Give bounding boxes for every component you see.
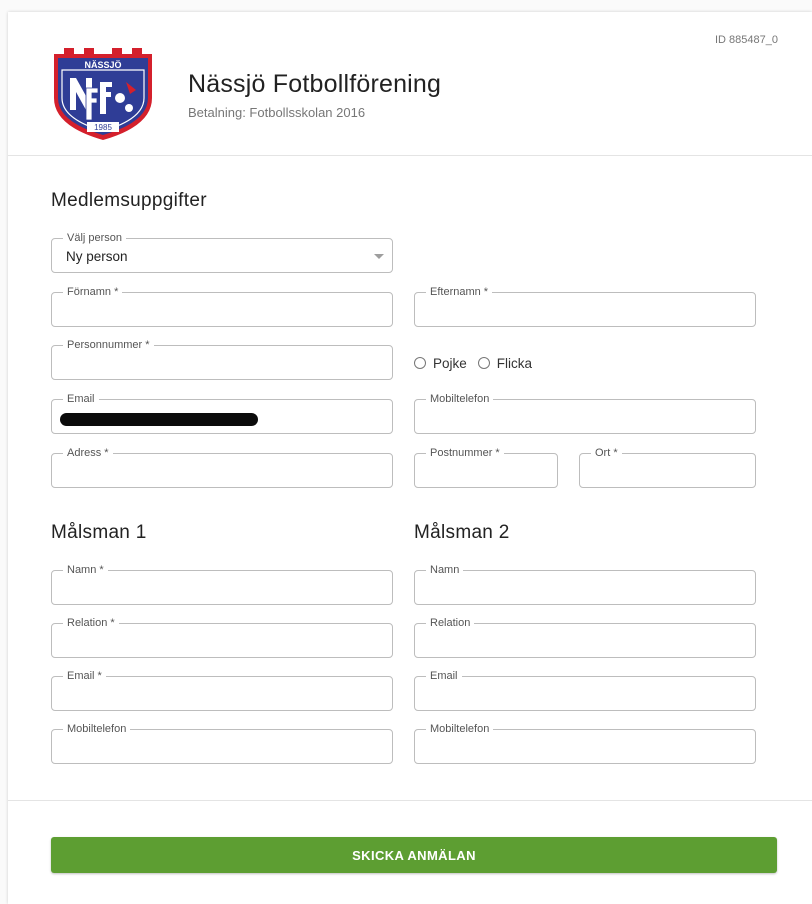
redaction-mark xyxy=(60,413,258,426)
guardian2-relation-field[interactable]: Relation xyxy=(414,616,756,658)
mobile-field[interactable]: Mobiltelefon xyxy=(414,392,756,434)
footer-divider xyxy=(8,800,812,801)
guardian2-email-field[interactable]: Email xyxy=(414,669,756,711)
guardian1-relation-field[interactable]: Relation * xyxy=(51,616,393,658)
form-subtitle: Betalning: Fotbollsskolan 2016 xyxy=(188,105,366,120)
guardian1-email-input[interactable] xyxy=(52,677,392,710)
form-header: NÄSSJÖ 1985 Nässjö Fotbollförening Betal… xyxy=(8,12,812,156)
last-name-field[interactable]: Efternamn * xyxy=(414,285,756,327)
guardian1-name-field[interactable]: Namn * xyxy=(51,563,393,605)
guardian1-relation-input[interactable] xyxy=(52,624,392,657)
guardian1-title: Målsman 1 xyxy=(51,522,147,543)
guardian1-mobile-field[interactable]: Mobiltelefon xyxy=(51,722,393,764)
radio-pojke-label: Pojke xyxy=(433,355,467,371)
personal-number-input[interactable] xyxy=(52,346,392,379)
submit-registration-button[interactable]: SKICKA ANMÄLAN xyxy=(51,837,777,873)
radio-flicka-label: Flicka xyxy=(496,355,533,371)
club-logo: NÄSSJÖ 1985 xyxy=(54,48,152,140)
first-name-field[interactable]: Förnamn * xyxy=(51,285,393,327)
guardian2-mobile-input[interactable] xyxy=(415,730,755,763)
radio-flicka[interactable]: Flicka xyxy=(477,355,533,371)
guardian1-name-input[interactable] xyxy=(52,571,392,604)
mobile-input[interactable] xyxy=(415,400,755,433)
guardian2-relation-input[interactable] xyxy=(415,624,755,657)
guardian2-email-input[interactable] xyxy=(415,677,755,710)
form-id: ID 885487_0 xyxy=(715,34,778,46)
city-field[interactable]: Ort * xyxy=(579,446,756,488)
postal-code-field[interactable]: Postnummer * xyxy=(414,446,558,488)
guardian2-name-input[interactable] xyxy=(415,571,755,604)
email-field[interactable]: Email xyxy=(51,392,393,434)
guardian2-name-field[interactable]: Namn xyxy=(414,563,756,605)
radio-circle-icon[interactable] xyxy=(414,357,426,369)
last-name-input[interactable] xyxy=(415,293,755,326)
city-input[interactable] xyxy=(580,454,755,487)
registration-card: NÄSSJÖ 1985 Nässjö Fotbollförening Betal… xyxy=(8,12,812,904)
address-field[interactable]: Adress * xyxy=(51,446,393,488)
radio-pojke[interactable]: Pojke xyxy=(414,356,467,371)
guardian2-title: Målsman 2 xyxy=(414,522,510,543)
member-section-title: Medlemsuppgifter xyxy=(51,190,207,211)
logo-top-text: NÄSSJÖ xyxy=(84,60,121,70)
guardian1-email-field[interactable]: Email * xyxy=(51,669,393,711)
dropdown-caret-icon[interactable] xyxy=(374,254,384,259)
address-input[interactable] xyxy=(52,454,392,487)
first-name-input[interactable] xyxy=(52,293,392,326)
gender-radio-group: Pojke Flicka xyxy=(414,352,543,374)
postal-code-input[interactable] xyxy=(415,454,557,487)
personal-number-field[interactable]: Personnummer * xyxy=(51,338,393,380)
radio-circle-icon[interactable] xyxy=(477,357,490,369)
select-person-dropdown[interactable]: Välj person Ny person xyxy=(51,231,393,273)
guardian2-mobile-field[interactable]: Mobiltelefon xyxy=(414,722,756,764)
organization-name: Nässjö Fotbollförening xyxy=(188,70,442,98)
logo-year: 1985 xyxy=(94,123,112,132)
select-person-value[interactable]: Ny person xyxy=(52,239,392,272)
guardian1-mobile-input[interactable] xyxy=(52,730,392,763)
